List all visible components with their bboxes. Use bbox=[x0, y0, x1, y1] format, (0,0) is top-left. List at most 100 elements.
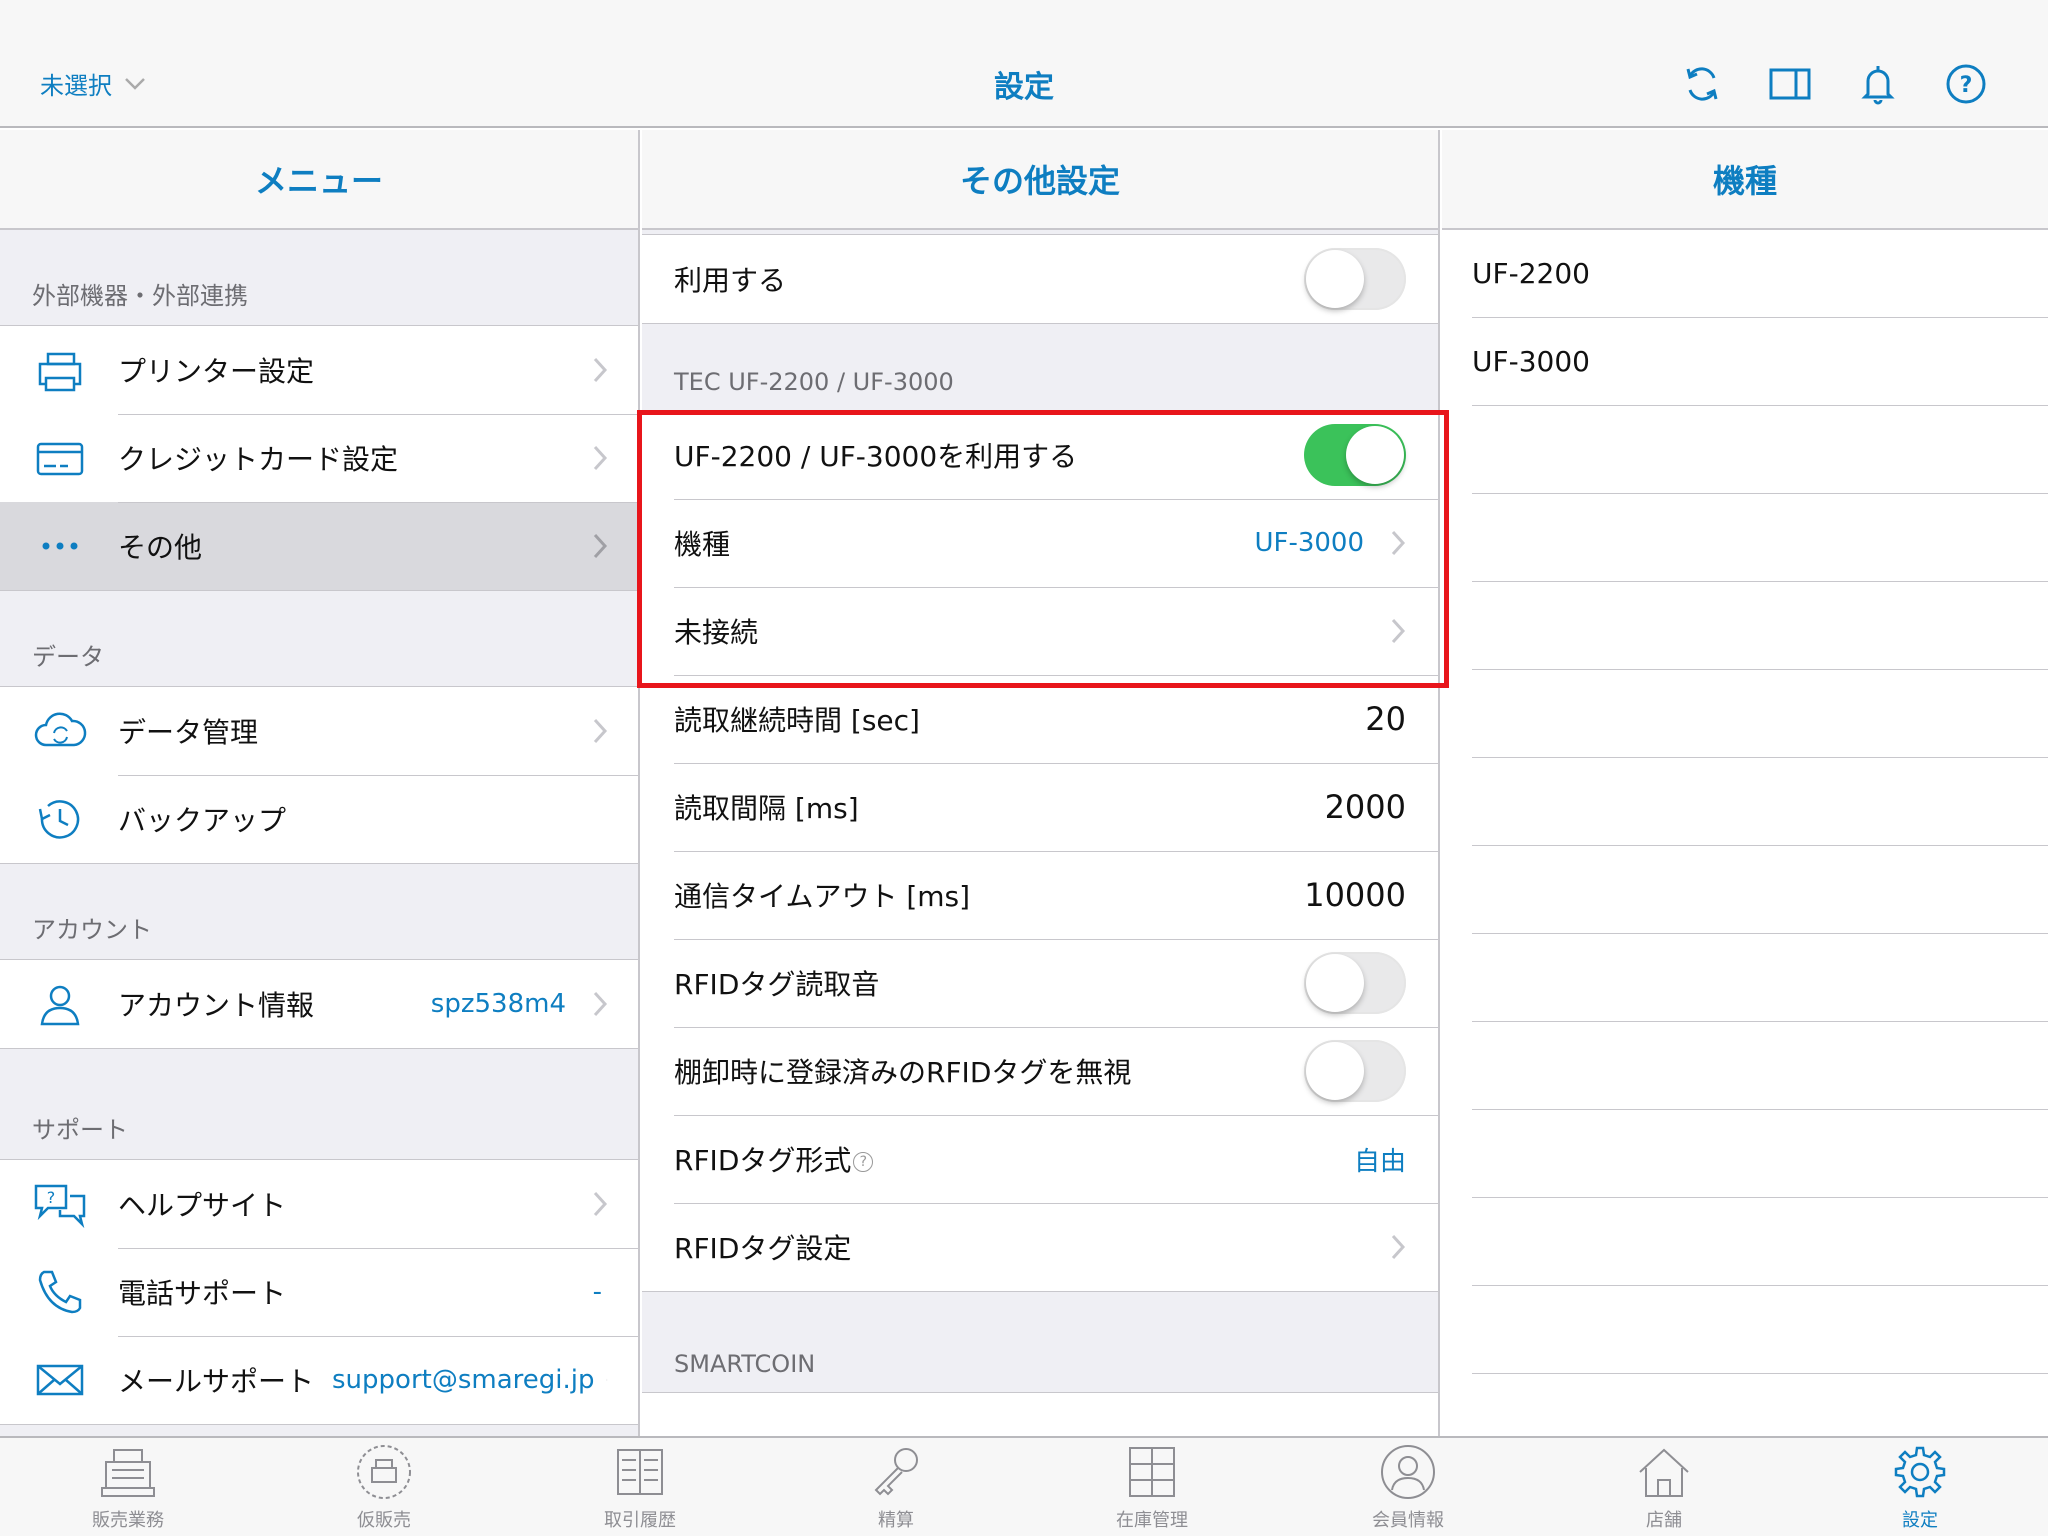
chevron-right-icon bbox=[1391, 618, 1406, 644]
setting-tag-format-row[interactable]: RFIDタグ形式? 自由 bbox=[642, 1115, 1438, 1203]
menu-item-phone-support[interactable]: 電話サポート - bbox=[0, 1248, 638, 1336]
menu-item-help-site[interactable]: ? ヘルプサイト bbox=[0, 1160, 638, 1248]
setting-timeout-row[interactable]: 通信タイムアウト [ms] 10000 bbox=[642, 851, 1438, 939]
menu-group-support: ? ヘルプサイト 電話サポート - メールサポート support@smareg… bbox=[0, 1159, 638, 1425]
setting-label: RFIDタグ設定 bbox=[674, 1232, 852, 1265]
setting-label: RFIDタグ形式 bbox=[674, 1144, 852, 1177]
setting-read-interval-row[interactable]: 読取間隔 [ms] 2000 bbox=[642, 763, 1438, 851]
tab-inventory[interactable]: 在庫管理 bbox=[1024, 1438, 1280, 1536]
receipt-list-icon bbox=[617, 1449, 663, 1495]
section-header-tec: TEC UF-2200 / UF-3000 bbox=[674, 368, 954, 396]
chevron-right-icon bbox=[606, 1378, 608, 1382]
menu-item-credit-card[interactable]: クレジットカード設定 bbox=[0, 414, 638, 502]
tab-store[interactable]: 店舗 bbox=[1536, 1438, 1792, 1536]
setting-read-time-row[interactable]: 読取継続時間 [sec] 20 bbox=[642, 675, 1438, 763]
navigation-bar: 未選択 設定 ? bbox=[0, 0, 2048, 128]
empty-row bbox=[1472, 1198, 2048, 1286]
menu-item-printer[interactable]: プリンター設定 bbox=[0, 326, 638, 414]
setting-label: UF-2200 / UF-3000を利用する bbox=[674, 440, 1078, 473]
menu-item-data-management[interactable]: データ管理 bbox=[0, 687, 638, 775]
bell-icon[interactable] bbox=[1856, 62, 1900, 106]
history-clock-icon bbox=[32, 791, 88, 847]
other-settings-column: その他設定 利用する TEC UF-2200 / UF-3000 UF-2200… bbox=[642, 130, 1440, 1436]
tab-bar: 販売業務 仮販売 取引履歴 精算 在庫管理 会員情報 店舗 設定 bbox=[0, 1436, 2048, 1536]
setting-tag-settings-row[interactable]: RFIDタグ設定 bbox=[642, 1203, 1438, 1291]
cloud-sync-icon bbox=[32, 703, 88, 759]
help-icon[interactable]: ? bbox=[1944, 62, 1988, 106]
printer-icon bbox=[32, 342, 88, 398]
phone-support-value: - bbox=[592, 1277, 602, 1307]
section-header-account: アカウント bbox=[32, 916, 152, 944]
menu-group-account: アカウント情報 spz538m4 bbox=[0, 959, 638, 1049]
menu-item-label: クレジットカード設定 bbox=[118, 443, 399, 476]
model-item-uf2200[interactable]: UF-2200 bbox=[1472, 230, 2048, 318]
tab-settings[interactable]: 設定 bbox=[1792, 1438, 2048, 1536]
menu-item-label: その他 bbox=[118, 531, 203, 564]
setting-connection-row[interactable]: 未接続 bbox=[642, 587, 1438, 675]
tab-settlement[interactable]: 精算 bbox=[768, 1438, 1024, 1536]
setting-label: 読取間隔 [ms] bbox=[674, 792, 859, 825]
section-header-data: データ bbox=[32, 643, 104, 671]
read-interval-value[interactable]: 2000 bbox=[1325, 788, 1406, 826]
member-icon bbox=[1381, 1445, 1435, 1499]
tab-members[interactable]: 会員情報 bbox=[1280, 1438, 1536, 1536]
tab-label: 仮販売 bbox=[357, 1510, 411, 1531]
menu-item-backup[interactable]: バックアップ bbox=[0, 775, 638, 863]
empty-row bbox=[1472, 758, 2048, 846]
menu-item-mail-support[interactable]: メールサポート support@smaregi.jp bbox=[0, 1336, 638, 1424]
svg-text:?: ? bbox=[47, 1188, 56, 1207]
use-toggle[interactable] bbox=[1304, 248, 1406, 310]
tab-sales[interactable]: 販売業務 bbox=[0, 1438, 256, 1536]
menu-item-other[interactable]: その他 bbox=[0, 502, 638, 590]
empty-row bbox=[1472, 670, 2048, 758]
menu-item-label: 電話サポート bbox=[118, 1277, 287, 1310]
setting-use-row: 利用する bbox=[642, 235, 1438, 323]
menu-group-external: プリンター設定 クレジットカード設定 その他 bbox=[0, 325, 638, 591]
use-uf-toggle[interactable] bbox=[1304, 424, 1406, 486]
chevron-right-icon bbox=[1391, 530, 1406, 556]
menu-item-account-info[interactable]: アカウント情報 spz538m4 bbox=[0, 960, 638, 1048]
credit-card-icon bbox=[32, 430, 88, 486]
setting-label-wrap: RFIDタグ形式? bbox=[674, 1139, 1354, 1179]
key-icon bbox=[874, 1448, 918, 1496]
model-value: UF-3000 bbox=[1254, 528, 1364, 558]
menu-item-label: アカウント情報 bbox=[118, 989, 315, 1022]
mail-support-value: support@smaregi.jp bbox=[332, 1365, 595, 1395]
model-item-uf3000[interactable]: UF-3000 bbox=[1472, 318, 2048, 406]
refresh-icon[interactable] bbox=[1680, 62, 1724, 106]
section-header-support: サポート bbox=[32, 1116, 128, 1144]
timeout-value[interactable]: 10000 bbox=[1304, 876, 1406, 914]
split-view-icon[interactable] bbox=[1768, 62, 1812, 106]
read-time-value[interactable]: 20 bbox=[1365, 700, 1406, 738]
empty-row bbox=[1472, 846, 2048, 934]
empty-row bbox=[1472, 406, 2048, 494]
settings-gear-icon bbox=[1894, 1446, 1946, 1498]
tab-label: 会員情報 bbox=[1372, 1510, 1444, 1531]
empty-row bbox=[1472, 1110, 2048, 1198]
setting-label: 読取継続時間 [sec] bbox=[674, 704, 920, 737]
setting-model-row[interactable]: 機種 UF-3000 bbox=[642, 499, 1438, 587]
model-header: 機種 bbox=[1442, 130, 2048, 230]
tab-temp-sales[interactable]: 仮販売 bbox=[256, 1438, 512, 1536]
menu-header: メニュー bbox=[0, 130, 638, 230]
tab-label: 在庫管理 bbox=[1116, 1510, 1188, 1531]
menu-column: メニュー 外部機器・外部連携 プリンター設定 クレジットカード設定 その他 デー… bbox=[0, 130, 640, 1436]
help-question-icon[interactable]: ? bbox=[853, 1152, 874, 1172]
ignore-registered-toggle[interactable] bbox=[1304, 1040, 1406, 1102]
section-header-smartcoin: SMARTCOIN bbox=[674, 1350, 816, 1378]
menu-item-label: バックアップ bbox=[118, 804, 287, 837]
setting-label: 機種 bbox=[674, 528, 731, 561]
setting-use-uf-row: UF-2200 / UF-3000を利用する bbox=[642, 411, 1438, 499]
tab-history[interactable]: 取引履歴 bbox=[512, 1438, 768, 1536]
chevron-right-icon bbox=[593, 718, 608, 744]
setting-label: RFIDタグ読取音 bbox=[674, 968, 880, 1001]
setting-smartcoin-row bbox=[642, 1393, 1438, 1436]
settings-group-tec: UF-2200 / UF-3000を利用する 機種 UF-3000 未接続 読取… bbox=[642, 410, 1438, 1292]
setting-read-sound-row: RFIDタグ読取音 bbox=[642, 939, 1438, 1027]
read-sound-toggle[interactable] bbox=[1304, 952, 1406, 1014]
menu-group-data: データ管理 バックアップ bbox=[0, 686, 638, 864]
shelves-icon bbox=[1129, 1447, 1175, 1497]
account-id-value: spz538m4 bbox=[430, 989, 566, 1019]
tab-label: 精算 bbox=[878, 1510, 914, 1531]
tab-label: 取引履歴 bbox=[604, 1510, 676, 1531]
